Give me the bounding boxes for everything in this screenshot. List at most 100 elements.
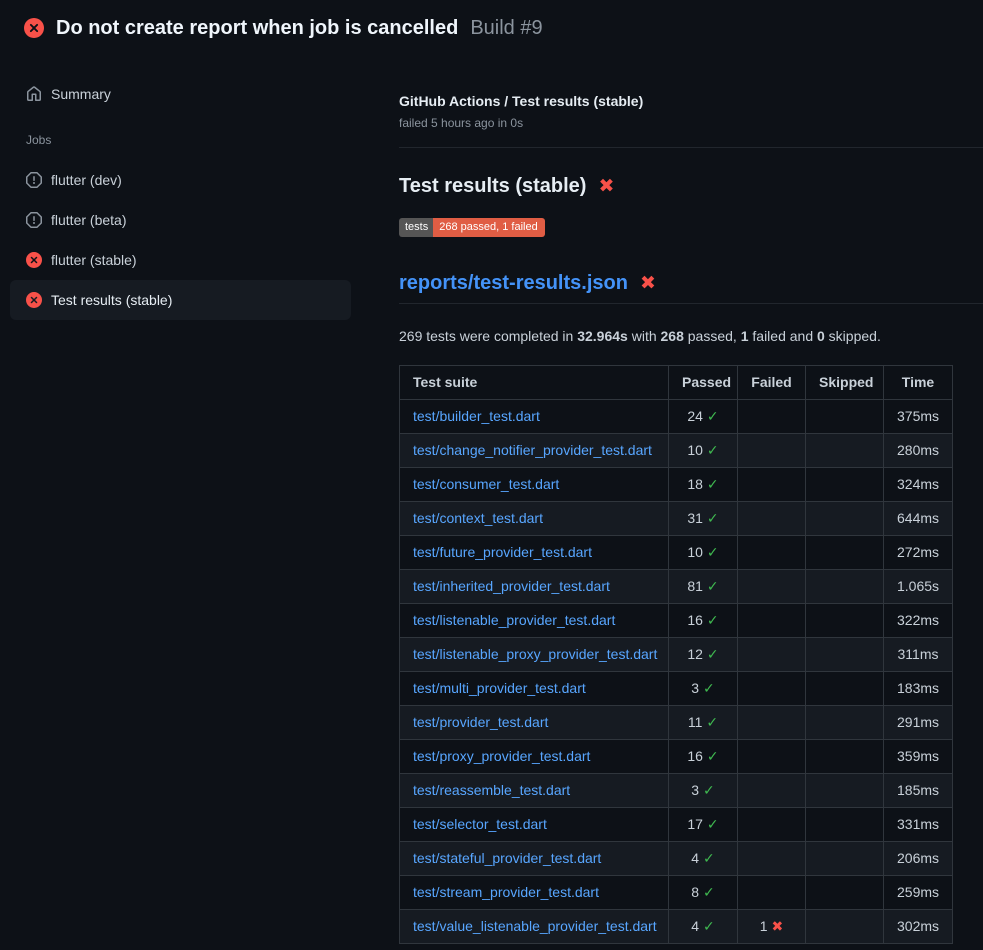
- passed-cell: 11✓: [669, 706, 738, 740]
- test-suite-link[interactable]: test/value_listenable_provider_test.dart: [413, 918, 657, 934]
- failed-cell: [738, 400, 806, 434]
- test-suite-link[interactable]: test/future_provider_test.dart: [413, 544, 592, 560]
- table-row: test/listenable_provider_test.dart 16✓ 322…: [400, 604, 953, 638]
- skipped-cell: [806, 638, 884, 672]
- failed-cell: [738, 808, 806, 842]
- skipped-cell: [806, 672, 884, 706]
- time-cell: 272ms: [884, 536, 953, 570]
- pass-check-icon: ✓: [707, 748, 719, 764]
- time-cell: 291ms: [884, 706, 953, 740]
- badge-row: tests 268 passed, 1 failed: [399, 218, 983, 237]
- time-cell: 206ms: [884, 842, 953, 876]
- failed-cell: [738, 434, 806, 468]
- failed-cell: [738, 774, 806, 808]
- test-suite-cell: test/builder_test.dart: [400, 400, 669, 434]
- passed-cell-value: 31: [687, 510, 703, 526]
- time-cell: 324ms: [884, 468, 953, 502]
- test-suite-link[interactable]: test/context_test.dart: [413, 510, 543, 526]
- report-file-link[interactable]: reports/test-results.json: [399, 269, 628, 297]
- column-header-test-suite: Test suite: [400, 366, 669, 400]
- test-suite-link[interactable]: test/multi_provider_test.dart: [413, 680, 586, 696]
- skipped-cell: [806, 910, 884, 944]
- failed-cell: [738, 604, 806, 638]
- test-suite-link[interactable]: test/change_notifier_provider_test.dart: [413, 442, 652, 458]
- failed-cell: [738, 740, 806, 774]
- test-suite-link[interactable]: test/builder_test.dart: [413, 408, 540, 424]
- table-row: test/listenable_proxy_provider_test.dart…: [400, 638, 953, 672]
- breadcrumb: GitHub Actions / Test results (stable): [399, 92, 983, 110]
- skipped-cell: [806, 400, 884, 434]
- sidebar-item-flutter-stable[interactable]: flutter (stable): [10, 240, 351, 280]
- test-results-tbody: test/builder_test.dart 24✓ 375ms test/chang…: [400, 400, 953, 944]
- time-cell: 644ms: [884, 502, 953, 536]
- failed-cell: [738, 842, 806, 876]
- test-suite-cell: test/consumer_test.dart: [400, 468, 669, 502]
- badge-label: tests: [399, 218, 433, 237]
- failed-cell: [738, 672, 806, 706]
- passed-cell: 24✓: [669, 400, 738, 434]
- test-suite-link[interactable]: test/proxy_provider_test.dart: [413, 748, 590, 764]
- pass-check-icon: ✓: [707, 816, 719, 832]
- sidebar-job-label: flutter (beta): [51, 212, 126, 228]
- test-suite-link[interactable]: test/stateful_provider_test.dart: [413, 850, 601, 866]
- sidebar-item-summary[interactable]: Summary: [10, 78, 351, 110]
- passed-cell-value: 8: [691, 884, 699, 900]
- passed-cell-value: 17: [687, 816, 703, 832]
- column-header-time: Time: [884, 366, 953, 400]
- test-suite-cell: test/proxy_provider_test.dart: [400, 740, 669, 774]
- table-row: test/reassemble_test.dart3✓185ms: [400, 774, 953, 808]
- summary-duration: 32.964s: [577, 328, 628, 344]
- passed-cell: 3✓: [669, 672, 738, 706]
- table-row: test/value_listenable_provider_test.dart…: [400, 910, 953, 944]
- table-row: test/selector_test.dart17✓331ms: [400, 808, 953, 842]
- sidebar-item-flutter-beta[interactable]: flutter (beta): [10, 200, 351, 240]
- test-suite-link[interactable]: test/listenable_provider_test.dart: [413, 612, 615, 628]
- table-row: test/proxy_provider_test.dart16✓359ms: [400, 740, 953, 774]
- skipped-cell: [806, 808, 884, 842]
- pass-check-icon: ✓: [703, 918, 715, 934]
- failed-cell: 1✖: [738, 910, 806, 944]
- time-cell: 375ms: [884, 400, 953, 434]
- failed-cell: [738, 536, 806, 570]
- table-row: test/context_test.dart 31✓ 644ms: [400, 502, 953, 536]
- test-suite-cell: test/context_test.dart: [400, 502, 669, 536]
- skipped-cell: [806, 502, 884, 536]
- pass-check-icon: ✓: [707, 510, 719, 526]
- table-row: test/future_provider_test.dart10✓272ms: [400, 536, 953, 570]
- passed-cell: 4✓: [669, 842, 738, 876]
- test-suite-link[interactable]: test/consumer_test.dart: [413, 476, 559, 492]
- passed-cell-value: 18: [687, 476, 703, 492]
- check-run-header: Do not create report when job is cancell…: [0, 0, 983, 54]
- test-suite-link[interactable]: test/reassemble_test.dart: [413, 782, 570, 798]
- table-row: test/builder_test.dart 24✓ 375ms: [400, 400, 953, 434]
- test-suite-link[interactable]: test/stream_provider_test.dart: [413, 884, 599, 900]
- pass-check-icon: ✓: [707, 612, 719, 628]
- test-suite-link[interactable]: test/provider_test.dart: [413, 714, 548, 730]
- test-suite-link[interactable]: test/listenable_proxy_provider_test.dart: [413, 646, 657, 662]
- report-file-heading: reports/test-results.json ✖: [399, 269, 983, 304]
- test-suite-cell: test/listenable_proxy_provider_test.dart: [400, 638, 669, 672]
- fail-x-icon: ✖: [772, 918, 784, 934]
- sidebar-job-label: flutter (dev): [51, 172, 122, 188]
- sidebar-item-test-results-stable[interactable]: Test results (stable): [10, 280, 351, 320]
- run-status-line: failed 5 hours ago in 0s: [399, 115, 983, 131]
- test-suite-link[interactable]: test/inherited_provider_test.dart: [413, 578, 610, 594]
- failed-cell: [738, 638, 806, 672]
- sidebar-summary-label: Summary: [51, 86, 111, 102]
- time-cell: 322ms: [884, 604, 953, 638]
- table-row: test/provider_test.dart 11✓ 291ms: [400, 706, 953, 740]
- test-suite-cell: test/multi_provider_test.dart: [400, 672, 669, 706]
- test-suite-link[interactable]: test/selector_test.dart: [413, 816, 547, 832]
- failed-cell: [738, 570, 806, 604]
- time-cell: 183ms: [884, 672, 953, 706]
- sidebar-item-flutter-dev[interactable]: flutter (dev): [10, 160, 351, 200]
- passed-cell-value: 16: [687, 612, 703, 628]
- run-title: Do not create report when job is cancell…: [56, 14, 458, 42]
- passed-cell-value: 11: [688, 714, 703, 730]
- failed-x-icon: ✖: [598, 177, 614, 196]
- skipped-cell: [806, 434, 884, 468]
- passed-cell: 18✓: [669, 468, 738, 502]
- skipped-cell: [806, 604, 884, 638]
- summary-failed-count: 1: [741, 328, 749, 344]
- pass-check-icon: ✓: [707, 578, 719, 594]
